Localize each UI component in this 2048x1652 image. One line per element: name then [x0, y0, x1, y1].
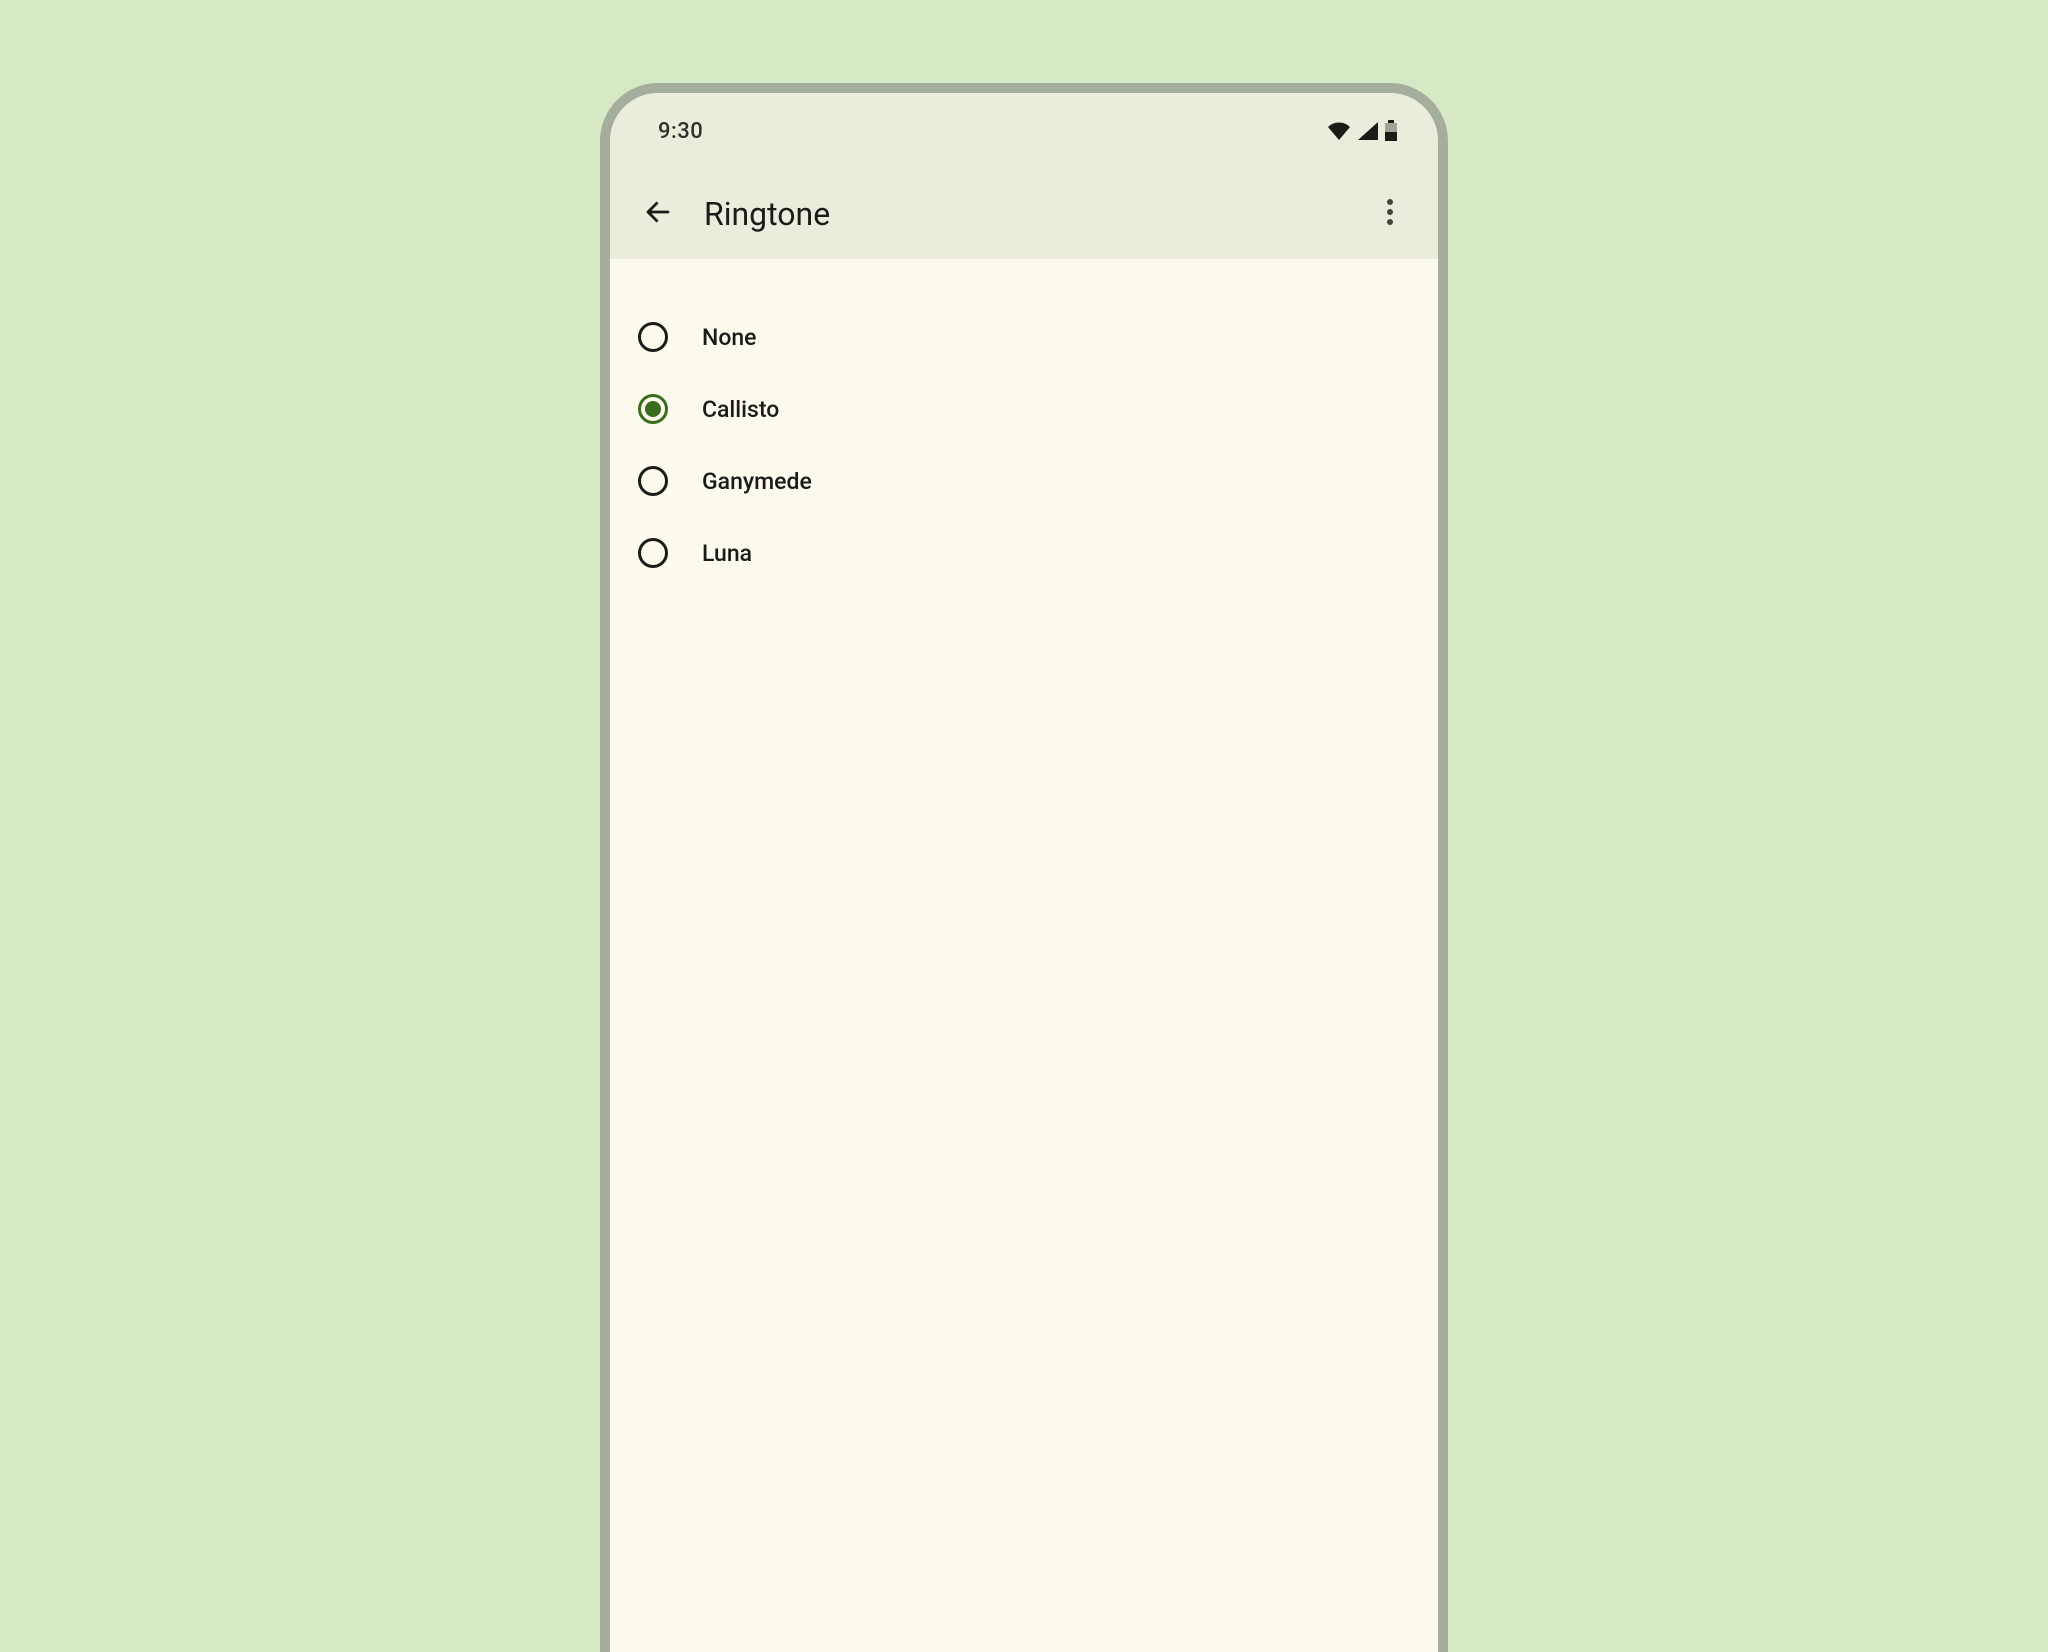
- ringtone-option-ganymede[interactable]: Ganymede: [610, 445, 1438, 517]
- status-bar: 9:30: [610, 93, 1438, 169]
- more-vert-icon: [1386, 197, 1394, 231]
- radio-unchecked-icon: [638, 322, 668, 352]
- radio-checked-icon: [638, 394, 668, 424]
- radio-unchecked-icon: [638, 466, 668, 496]
- status-icons: [1326, 120, 1398, 142]
- device-frame: 9:30: [600, 83, 1448, 1652]
- battery-icon: [1384, 120, 1398, 142]
- overflow-menu-button[interactable]: [1362, 186, 1418, 242]
- ringtone-option-none[interactable]: None: [610, 301, 1438, 373]
- wifi-icon: [1326, 121, 1352, 141]
- ringtone-option-luna[interactable]: Luna: [610, 517, 1438, 589]
- ringtone-options-list: None Callisto Ganymede Luna: [610, 259, 1438, 589]
- page-title: Ringtone: [704, 195, 1362, 233]
- stage: 9:30: [0, 0, 2048, 826]
- ringtone-option-label: Luna: [702, 540, 752, 567]
- ringtone-option-label: None: [702, 324, 757, 351]
- status-time: 9:30: [658, 119, 703, 144]
- radio-inner-dot: [645, 401, 661, 417]
- ringtone-option-label: Callisto: [702, 396, 779, 423]
- ringtone-option-callisto[interactable]: Callisto: [610, 373, 1438, 445]
- back-button[interactable]: [630, 186, 686, 242]
- ringtone-option-label: Ganymede: [702, 468, 812, 495]
- arrow-back-icon: [643, 197, 673, 231]
- cellular-signal-icon: [1356, 121, 1380, 141]
- app-bar: Ringtone: [610, 169, 1438, 259]
- radio-unchecked-icon: [638, 538, 668, 568]
